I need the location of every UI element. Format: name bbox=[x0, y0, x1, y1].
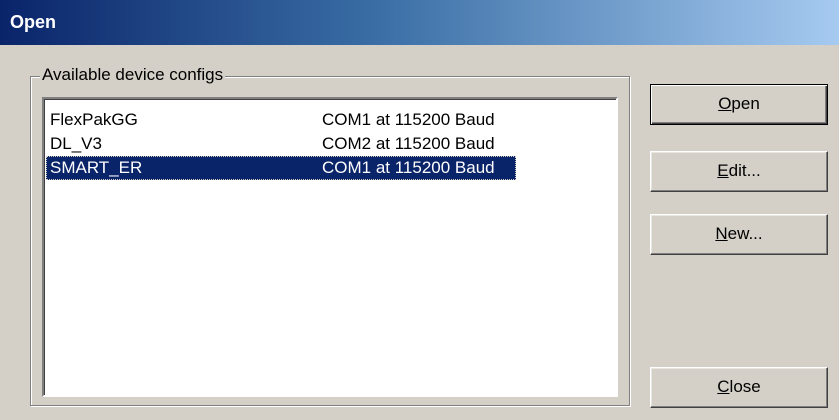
window-title: Open bbox=[10, 12, 57, 32]
close-button[interactable]: Close bbox=[650, 367, 828, 408]
new-label: ew... bbox=[727, 224, 763, 243]
config-port: COM2 at 115200 Baud bbox=[322, 134, 495, 153]
config-name: DL_V3 bbox=[50, 134, 102, 153]
open-dialog: Open Available device configs FlexPakGG … bbox=[0, 0, 839, 420]
config-name: FlexPakGG bbox=[50, 110, 138, 129]
edit-accel: E bbox=[717, 161, 729, 180]
open-button[interactable]: Open bbox=[650, 84, 828, 125]
new-button[interactable]: New... bbox=[650, 214, 828, 255]
groupbox-label: Available device configs bbox=[40, 65, 226, 85]
close-label: lose bbox=[729, 377, 761, 396]
list-item-selected[interactable]: SMART_ER COM1 at 115200 Baud bbox=[46, 156, 516, 180]
close-accel: C bbox=[717, 377, 730, 396]
device-config-list[interactable]: FlexPakGG COM1 at 115200 Baud DL_V3 COM2… bbox=[42, 97, 618, 397]
config-name: SMART_ER bbox=[50, 158, 143, 177]
config-port: COM1 at 115200 Baud bbox=[322, 158, 495, 177]
open-accel: O bbox=[718, 94, 732, 113]
new-accel: N bbox=[715, 224, 728, 243]
list-item[interactable]: DL_V3 COM2 at 115200 Baud bbox=[46, 132, 516, 156]
edit-label: dit... bbox=[728, 161, 761, 180]
title-bar[interactable]: Open bbox=[0, 0, 839, 45]
edit-button[interactable]: Edit... bbox=[650, 151, 828, 192]
config-port: COM1 at 115200 Baud bbox=[322, 110, 495, 129]
list-item[interactable]: FlexPakGG COM1 at 115200 Baud bbox=[46, 108, 516, 132]
open-label: pen bbox=[731, 94, 760, 113]
